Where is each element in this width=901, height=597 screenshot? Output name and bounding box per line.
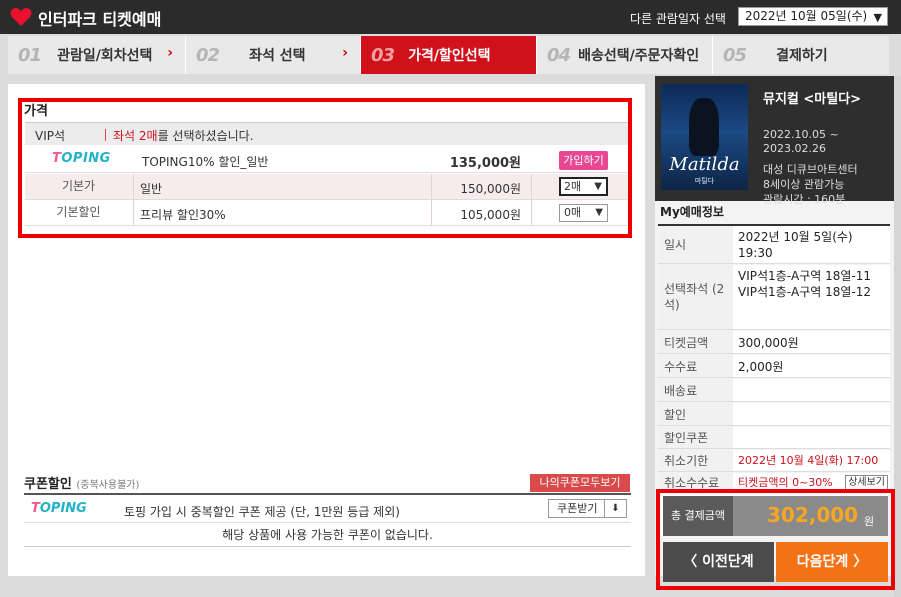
show-period: 2022.10.05 ~ 2023.02.26: [763, 128, 839, 155]
step-1[interactable]: 01 관람일/회차선택 ›: [8, 36, 186, 74]
view-my-coupons-button[interactable]: 나의쿠폰모두보기: [530, 474, 630, 492]
page-edge: [894, 76, 901, 597]
step-3-active[interactable]: 03 가격/할인선택: [361, 36, 537, 74]
coupon-message: 토핑 가입 시 중복할인 쿠폰 제공 (단, 1만원 등급 제외): [124, 505, 400, 519]
highlight-box-total: [656, 489, 895, 590]
step-label: 관람일/회차선택: [57, 48, 153, 64]
fee-row: 수수료 2,000원: [658, 355, 890, 378]
heart-logo-icon: [10, 8, 32, 26]
show-runtime: 관람시간 : 160분: [763, 193, 846, 206]
step-number: 05: [723, 44, 747, 66]
row-value: VIP석1층-A구역 18열-11 VIP석1층-A구역 18열-12: [738, 268, 871, 300]
row-value: 300,000원: [738, 336, 799, 350]
row-head: 선택좌석 (2석): [658, 265, 733, 329]
brand-title: 인터파크 티켓예매: [38, 10, 162, 29]
coupon-title-text: 쿠폰할인: [24, 477, 72, 492]
detail-button[interactable]: 상세보기: [845, 475, 888, 490]
download-icon: ⬇: [604, 500, 626, 517]
poster-figure: [689, 98, 719, 156]
show-age: 8세이상 관람가능: [763, 178, 845, 191]
cancel-deadline-row: 취소기한 2022년 10월 4일(화) 17:00: [658, 450, 890, 472]
step-number: 03: [371, 44, 395, 66]
step-arrow-icon: ›: [342, 45, 348, 61]
highlight-box-price: [18, 98, 632, 238]
date-select-value: 2022년 10월 05일(수): [745, 9, 868, 23]
step-number: 01: [18, 44, 42, 66]
toping-logo: TOPING: [31, 501, 87, 516]
booking-date-row: 일시 2022년 10월 5일(수) 19:30: [658, 226, 890, 264]
coupon-title: 쿠폰할인 (중복사용불가): [24, 473, 139, 492]
show-venue: 대성 디큐브아트센터: [763, 163, 858, 176]
divider: [24, 493, 631, 495]
step-number: 04: [547, 44, 571, 66]
poster-title: Matilda: [669, 154, 740, 175]
seat-2: VIP석1층-A구역 18열-12: [738, 285, 872, 299]
row-value: 2022년 10월 5일(수) 19:30: [738, 230, 853, 260]
show-poster: Matilda 마틸다: [661, 84, 748, 190]
discount-row: 할인: [658, 403, 890, 426]
coupon-subtitle: (중복사용불가): [76, 480, 140, 491]
no-coupon-message: 해당 상품에 사용 가능한 쿠폰이 없습니다.: [24, 524, 631, 547]
my-booking-title: My예매정보: [660, 205, 724, 219]
step-arrow-icon: ›: [167, 45, 173, 61]
row-head: 수수료: [658, 355, 733, 377]
step-label: 배송선택/주문자확인: [578, 48, 700, 64]
step-label: 가격/할인선택: [408, 48, 491, 64]
date-select[interactable]: 2022년 10월 05일(수) ▼: [738, 7, 888, 26]
chevron-down-icon: ▼: [873, 11, 882, 24]
step-2[interactable]: 02 좌석 선택 ›: [186, 36, 361, 74]
row-head: 할인: [658, 403, 733, 425]
get-coupon-label: 쿠폰받기: [557, 502, 598, 515]
row-value: 2022년 10월 4일(화) 17:00: [738, 454, 879, 467]
step-nav: 01 관람일/회차선택 › 02 좌석 선택 › 03 가격/할인선택 04 배…: [8, 36, 889, 74]
row-head: 취소기한: [658, 450, 733, 471]
seat-1: VIP석1층-A구역 18열-11: [738, 269, 872, 283]
row-head: 할인쿠폰: [658, 427, 733, 448]
delivery-row: 배송료: [658, 379, 890, 402]
step-label: 좌석 선택: [249, 48, 306, 64]
step-4[interactable]: 04 배송선택/주문자확인: [537, 36, 713, 74]
show-title: 뮤지컬 <마틸다>: [763, 92, 862, 107]
get-coupon-button[interactable]: 쿠폰받기 ⬇: [548, 499, 627, 518]
row-head: 티켓금액: [658, 331, 733, 353]
ticket-amount-row: 티켓금액 300,000원: [658, 331, 890, 354]
row-head: 배송료: [658, 379, 733, 401]
coupon-discount-row: 할인쿠폰: [658, 427, 890, 449]
booking-seat-row: 선택좌석 (2석) VIP석1층-A구역 18열-11 VIP석1층-A구역 18…: [658, 265, 890, 330]
row-head: 일시: [658, 226, 733, 263]
step-number: 02: [196, 44, 220, 66]
step-5[interactable]: 05 결제하기: [713, 36, 889, 74]
other-date-label: 다른 관람일자 선택: [630, 12, 726, 26]
step-label: 결제하기: [776, 48, 828, 64]
row-value: 2,000원: [738, 360, 784, 374]
toping-logo-text: TOPING: [31, 501, 87, 516]
poster-subtitle: 마틸다: [694, 177, 715, 185]
